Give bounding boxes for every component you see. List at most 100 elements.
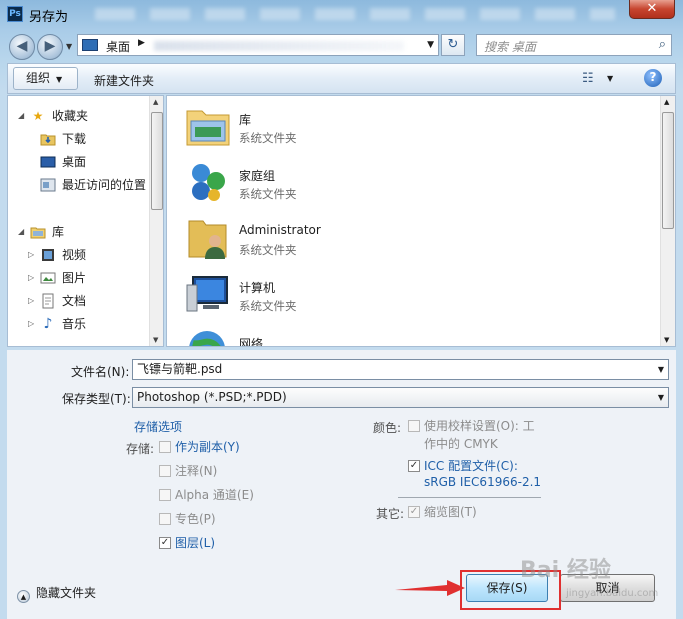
forward-button[interactable]: ▶ — [37, 34, 63, 60]
file-type: 系统文件夹 — [239, 187, 297, 201]
list-item[interactable]: 家庭组 系统文件夹 — [185, 159, 485, 211]
search-icon[interactable]: ⌕ — [659, 37, 666, 52]
chevron-right-icon[interactable]: ▶ — [138, 38, 145, 48]
sidebar-item-label: 视频 — [62, 248, 87, 262]
watermark-text: Bai 经验 — [520, 558, 611, 583]
scroll-up-icon[interactable]: ▲ — [153, 98, 158, 106]
new-folder-button[interactable]: 新建文件夹 — [94, 72, 154, 89]
hide-folders-toggle[interactable]: ▲ 隐藏文件夹 — [17, 584, 97, 603]
other-label: 其它: — [376, 507, 405, 521]
organize-label: 组织 — [26, 71, 51, 85]
scrollbar-thumb[interactable] — [151, 112, 163, 210]
library-icon — [30, 224, 46, 240]
checkbox-label: Alpha 通道(E) — [175, 488, 254, 502]
list-item[interactable]: Administrator 系统文件夹 — [185, 215, 485, 267]
icc-profile-name: sRGB IEC61966-2.1 — [424, 475, 542, 489]
user-folder-icon — [188, 220, 227, 259]
recent-places-icon — [40, 177, 56, 193]
checkbox-label-line2: 作中的 CMYK — [424, 437, 498, 451]
close-button[interactable]: ✕ — [629, 0, 675, 19]
picture-library-icon — [40, 270, 56, 286]
watermark: Bai 经验 jingyan.baidu.com — [520, 552, 680, 612]
search-placeholder: 搜索 桌面 — [484, 40, 536, 54]
expand-icon[interactable]: ▷ — [28, 291, 38, 311]
document-library-icon — [40, 293, 56, 309]
file-type: 系统文件夹 — [239, 243, 297, 257]
checkbox-box — [159, 465, 171, 477]
sidebar-item-label: 最近访问的位置 — [62, 178, 147, 192]
address-bar[interactable]: 桌面 ▶ ▼ — [77, 34, 439, 56]
address-dropdown-icon[interactable]: ▼ — [427, 40, 434, 50]
collapse-icon[interactable]: ◢ — [18, 222, 28, 242]
checkbox-box — [159, 513, 171, 525]
address-segment-desktop[interactable]: 桌面 — [106, 38, 130, 55]
view-options-icon[interactable]: ☷ — [582, 71, 594, 86]
help-icon[interactable]: ? — [644, 69, 662, 87]
color-label: 颜色: — [373, 421, 402, 435]
filetype-value: Photoshop (*.PSD;*.PDD) — [137, 390, 287, 404]
file-type: 系统文件夹 — [239, 299, 297, 313]
save-as-dialog: Ps 另存为 ✕ ◀ ▶ ▼ 桌面 ▶ ▼ ↻ 搜索 桌面 ⌕ 组织 ▼ 新建文件… — [0, 0, 683, 619]
scroll-up-icon[interactable]: ▲ — [664, 98, 669, 106]
window-title: 另存为 — [29, 10, 69, 25]
recent-pages-dropdown[interactable]: ▼ — [66, 42, 72, 51]
storage-label: 存储: — [126, 442, 155, 456]
filetype-label: 保存类型(T): — [62, 392, 131, 406]
chevron-down-icon: ▼ — [56, 75, 63, 84]
filename-value: 飞镖与箭靶.psd — [137, 362, 223, 376]
checkbox-label: 注释(N) — [175, 464, 218, 478]
star-icon: ★ — [32, 109, 44, 123]
blurred-address-area — [154, 41, 404, 51]
title-bar: Ps 另存为 ✕ — [0, 0, 683, 28]
refresh-button[interactable]: ↻ — [441, 34, 465, 56]
file-name: 家庭组 — [239, 169, 276, 183]
sidebar-item-label: 库 — [52, 225, 65, 239]
download-folder-icon — [40, 131, 56, 147]
checkbox-box[interactable] — [159, 441, 171, 453]
file-name: 库 — [239, 113, 252, 127]
file-name: Administrator — [239, 223, 321, 237]
file-list-scrollbar[interactable]: ▲ ▼ — [660, 96, 675, 346]
homegroup-icon — [192, 164, 225, 201]
save-options-heading: 存储选项 — [134, 420, 183, 434]
scrollbar-thumb[interactable] — [662, 112, 674, 229]
expand-icon[interactable]: ▷ — [28, 314, 38, 334]
expand-icon[interactable]: ▷ — [28, 245, 38, 265]
blurred-background-tabs — [95, 8, 615, 20]
list-item[interactable]: 计算机 系统文件夹 — [185, 271, 485, 323]
checkmark-icon[interactable]: ✓ — [408, 460, 420, 472]
music-library-icon: ♪ — [43, 316, 53, 332]
scroll-down-icon[interactable]: ▼ — [664, 336, 669, 344]
scroll-down-icon[interactable]: ▼ — [153, 336, 158, 344]
checkmark-icon: ✓ — [408, 506, 420, 518]
chevron-down-icon[interactable]: ▼ — [658, 360, 664, 379]
sidebar-item-label: 文档 — [62, 294, 87, 308]
back-button[interactable]: ◀ — [9, 34, 35, 60]
checkbox-box — [159, 489, 171, 501]
file-list: 库 系统文件夹 家庭组 系统文件夹 Administrator 系统文件夹 计算… — [166, 95, 676, 347]
sidebar-item-label: 音乐 — [62, 317, 87, 331]
checkmark-icon[interactable]: ✓ — [159, 537, 171, 549]
sidebar-item-label: 下载 — [62, 132, 87, 146]
checkbox-label: 图层(L) — [175, 536, 216, 550]
navigation-pane: ◢ ★ 收藏夹 下载 桌面 最近访问的位置 ◢ 库 ▷ 视频 ▷ 图片 ▷ 文档… — [7, 95, 164, 347]
filename-label: 文件名(N): — [71, 365, 130, 379]
hide-folders-label: 隐藏文件夹 — [36, 586, 97, 600]
collapse-icon[interactable]: ◢ — [18, 106, 28, 126]
list-item[interactable]: 库 系统文件夹 — [185, 103, 485, 155]
organize-button[interactable]: 组织 ▼ — [13, 67, 78, 90]
divider — [398, 497, 541, 498]
desktop-icon — [40, 154, 56, 170]
computer-icon — [186, 276, 228, 312]
view-dropdown-icon[interactable]: ▼ — [607, 74, 613, 83]
chevron-down-icon[interactable]: ▼ — [658, 388, 664, 407]
filetype-select[interactable]: Photoshop (*.PSD;*.PDD) ▼ — [132, 387, 669, 408]
list-item[interactable]: 网络 — [185, 327, 485, 346]
checkbox-label: 专色(P) — [175, 512, 216, 526]
library-folder-icon — [186, 110, 230, 146]
search-input[interactable]: 搜索 桌面 ⌕ — [476, 34, 672, 56]
navigation-scrollbar[interactable]: ▲ ▼ — [149, 96, 163, 346]
network-icon — [189, 331, 225, 346]
filename-field[interactable]: 飞镖与箭靶.psd ▼ — [132, 359, 669, 380]
expand-icon[interactable]: ▷ — [28, 268, 38, 288]
